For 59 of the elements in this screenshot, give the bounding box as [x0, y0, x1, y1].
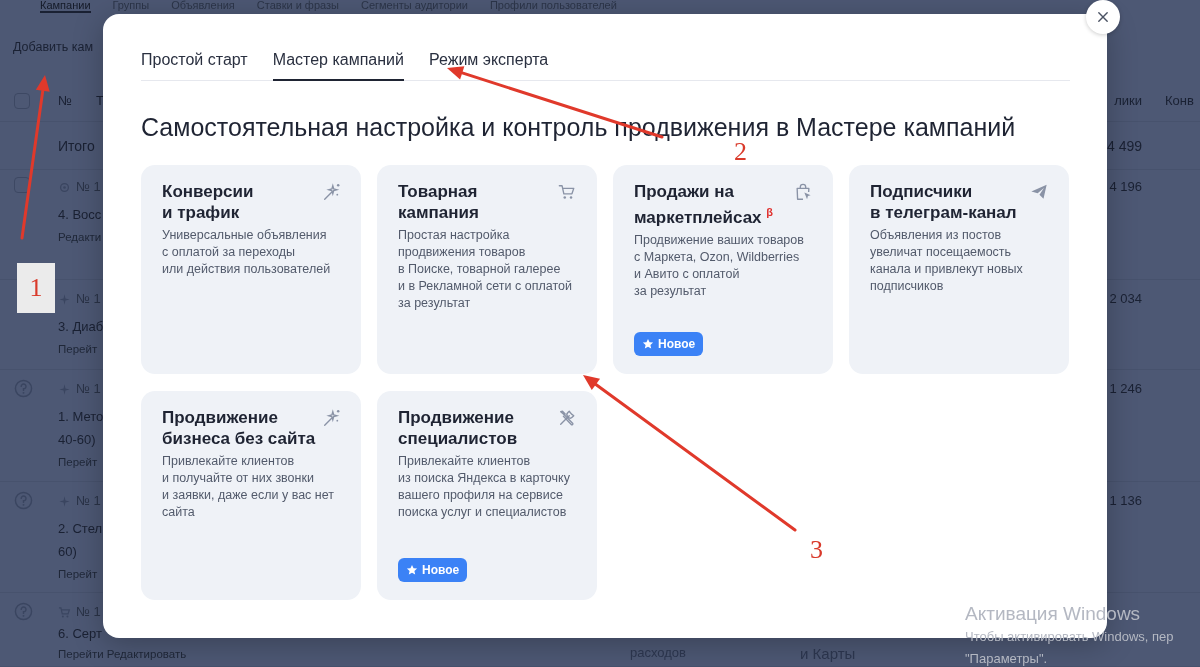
table-cell-text: 1 246 — [1108, 380, 1142, 398]
star-icon — [642, 338, 654, 350]
card-title: Подписчики в телеграм-канал — [870, 181, 1017, 223]
table-cell-text: 2 034 — [1108, 290, 1142, 308]
campaign-card[interactable]: Товарная кампания Простая настройка продвижения товаров в Поиске, товарной галерее и в Рекламной сети с оплатой за результат — [377, 165, 597, 374]
row-action-link[interactable]: Перейт — [58, 338, 104, 360]
campaign-card[interactable]: Конверсии и трафик Универсальные объявления с оплатой за переходы или действия пользователей — [141, 165, 361, 374]
card-description: Привлекайте клиентов из поиска Яндекса в карточку вашего профиля на сервисе поиска услуг и специалистов — [398, 453, 571, 521]
annotation-number: 3 — [810, 535, 823, 565]
campaign-name[interactable]: 1. Мето — [58, 405, 104, 428]
table-cell-text: 4 499 — [1105, 137, 1142, 154]
row-action-link[interactable]: Перейти Редактировать — [58, 644, 187, 664]
add-campaign-button[interactable]: Добавить кам — [13, 40, 93, 54]
dialog-tab[interactable]: Простой старт — [141, 41, 248, 81]
badge-label: Новое — [658, 337, 696, 351]
card-description: Продвижение ваших товаров с Маркета, Ozon, Wildberries и Авито с оплатой за результат — [634, 231, 805, 300]
star-icon — [406, 564, 418, 576]
campaign-name[interactable]: 4. Восс — [58, 203, 102, 226]
page-tab[interactable]: Кампании — [40, 0, 91, 13]
campaign-name[interactable]: 60) — [58, 540, 103, 563]
campaign-name[interactable]: 40-60) — [58, 428, 104, 451]
row-action-link[interactable]: Редакти — [58, 226, 102, 248]
annotation-number: 2 — [734, 137, 747, 167]
campaign-card[interactable]: Подписчики в телеграм-канал Объявления из постов увеличат посещаемость канала и привлекут новых подписчиков — [849, 165, 1069, 374]
tools-icon — [558, 409, 576, 427]
magic-wand-icon — [322, 183, 340, 201]
column-header: лики — [1113, 93, 1142, 108]
close-icon — [1096, 10, 1110, 24]
card-title: Товарная кампания — [398, 181, 479, 223]
campaign-card[interactable]: Продвижение бизнеса без сайта Привлекайте клиентов и получайте от них звонки и заявки, даже если у вас нет сайта — [141, 391, 361, 600]
shopping-bag-icon — [794, 183, 812, 201]
table-cell-text: 1 136 — [1108, 492, 1142, 510]
campaign-card[interactable]: Продажи на маркетплейсах $^{β}$ Продвижение ваших товаров с Маркета, Ozon, Wildberries и Авито с оплатой за результат Новое — [613, 165, 833, 374]
card-description: Универсальные объявления с оплатой за переходы или действия пользователей — [162, 227, 332, 278]
campaign-card[interactable]: Продвижение специалистов Привлекайте клиентов из поиска Яндекса в карточку вашего профиля на сервисе поиска услуг и специалистов Новое — [377, 391, 597, 600]
card-title: Продажи на маркетплейсах $^{β}$ — [634, 181, 774, 228]
total-label: Итого — [58, 137, 95, 154]
column-header: № — [58, 92, 72, 109]
dialog-tab[interactable]: Режим эксперта — [429, 41, 549, 81]
card-title: Продвижение специалистов — [398, 407, 518, 449]
campaign-name[interactable]: 3. Диаб — [58, 315, 104, 338]
card-description: Объявления из постов увеличат посещаемость канала и привлекут новых подписчиков — [870, 227, 1024, 295]
badge-label: Новое — [422, 563, 460, 577]
annotation-number: 1 — [17, 263, 55, 313]
activation-notice-text: "Параметры". — [965, 650, 1049, 667]
card-title: Продвижение бизнеса без сайта — [162, 407, 316, 449]
cart-icon — [558, 183, 576, 201]
paper-plane-icon — [1030, 183, 1048, 201]
column-header: Конв — [1164, 93, 1195, 108]
dialog-tab[interactable]: Мастер кампаний — [272, 41, 404, 81]
campaign-name[interactable]: 2. Стел — [58, 517, 103, 540]
card-title: Конверсии и трафик — [162, 181, 254, 223]
magic-wand-icon — [322, 409, 340, 427]
table-cell-text: 4 196 — [1108, 178, 1142, 196]
row-action-link[interactable]: Перейт — [58, 563, 103, 585]
row-action-link[interactable]: Перейт — [58, 451, 104, 473]
card-description: Привлекайте клиентов и получайте от них звонки и заявки, даже если у вас нет сайта — [162, 453, 335, 521]
card-description: Простая настройка продвижения товаров в Поиске, товарной галерее и в Рекламной сети с оплатой за результат — [398, 227, 573, 312]
column-header: Т — [95, 92, 104, 109]
